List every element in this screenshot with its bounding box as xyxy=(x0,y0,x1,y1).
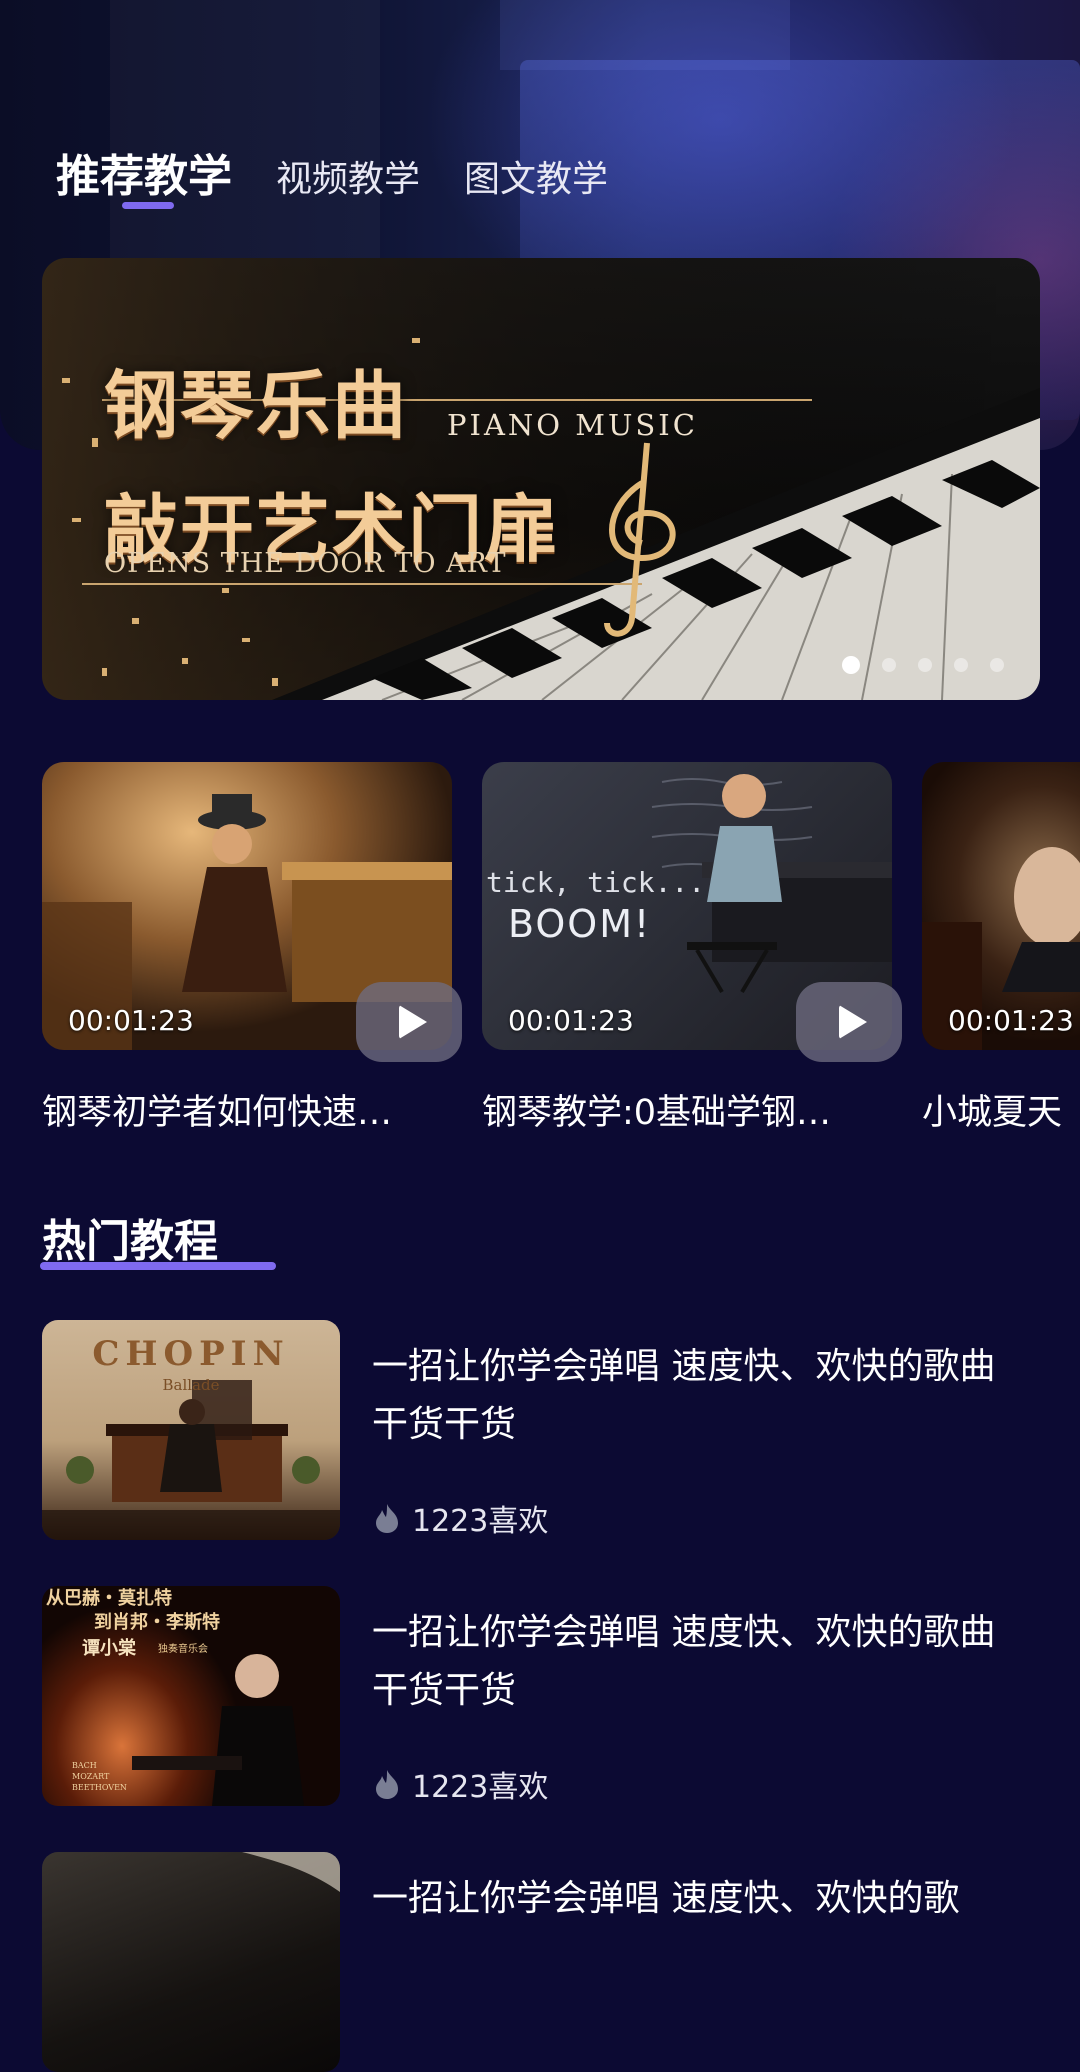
tutorial-item[interactable]: CHOPIN Ballade 一招让你学会弹唱 速度快、欢快的歌曲 干货干货 1… xyxy=(42,1320,1042,1540)
tutorial-thumbnail: CHOPIN Ballade xyxy=(42,1320,340,1540)
likes-info: 1223喜欢 xyxy=(372,1496,548,1540)
section-title: 热门教程 xyxy=(42,1216,218,1267)
tutorial-thumbnail: 从巴赫・莫扎特 到肖邦・李斯特 谭小棠 独奏音乐会 BACH MOZART BE… xyxy=(42,1586,340,1806)
tutorial-item[interactable]: 一招让你学会弹唱 速度快、欢快的歌 xyxy=(42,1852,1042,2072)
thumbnail-text: 到肖邦・李斯特 xyxy=(94,1612,220,1633)
category-tabs: 推荐教学 视频教学 图文教学 xyxy=(56,140,652,209)
carousel-dot[interactable] xyxy=(882,658,896,672)
video-title: 小城夏天 xyxy=(922,1093,1063,1133)
flame-icon xyxy=(376,1770,398,1799)
carousel-dot[interactable] xyxy=(990,658,1004,672)
play-icon xyxy=(839,1005,867,1039)
thumbnail-text: BOOM! xyxy=(508,902,652,946)
tutorial-item[interactable]: 从巴赫・莫扎特 到肖邦・李斯特 谭小棠 独奏音乐会 BACH MOZART BE… xyxy=(42,1586,1042,1806)
tab-video[interactable]: 视频教学 xyxy=(276,150,420,202)
video-title: 钢琴初学者如何快速… xyxy=(42,1093,393,1133)
thumbnail-text: Ballade xyxy=(162,1376,220,1394)
banner-title-line1: 钢琴乐曲 xyxy=(104,363,408,449)
carousel-dot-active[interactable] xyxy=(842,656,860,674)
thumbnail-text: BACH MOZART BEETHOVEN xyxy=(72,1761,127,1792)
tutorial-title: 一招让你学会弹唱 速度快、欢快的歌曲 干货干货 xyxy=(372,1346,996,1445)
video-duration: 00:01:23 xyxy=(948,1004,1074,1037)
play-button[interactable] xyxy=(356,982,462,1062)
tutorial-title: 一招让你学会弹唱 速度快、欢快的歌 xyxy=(372,1878,960,1919)
carousel-indicator xyxy=(820,656,1004,674)
flame-icon xyxy=(376,1504,398,1533)
video-duration: 00:01:23 xyxy=(68,1004,194,1037)
likes-count: 1223喜欢 xyxy=(412,1504,549,1539)
carousel-dot[interactable] xyxy=(954,658,968,672)
thumbnail-text: 谭小棠 xyxy=(82,1638,136,1659)
video-duration: 00:01:23 xyxy=(508,1004,634,1037)
play-button[interactable] xyxy=(796,982,902,1062)
carousel-dot[interactable] xyxy=(918,658,932,672)
banner-tagline: OPENS THE DOOR TO ART xyxy=(104,548,507,579)
likes-count: 1223喜欢 xyxy=(412,1770,549,1805)
tutorial-title: 一招让你学会弹唱 速度快、欢快的歌曲 干货干货 xyxy=(372,1612,996,1711)
banner-subtitle: PIANO MUSIC xyxy=(447,408,698,442)
thumbnail-text: tick, tick... xyxy=(486,866,706,899)
tutorial-thumbnail xyxy=(42,1852,340,2072)
likes-info: 1223喜欢 xyxy=(372,1762,548,1806)
tab-active-indicator xyxy=(122,202,174,209)
tab-recommended[interactable]: 推荐教学 xyxy=(56,140,232,204)
video-title: 钢琴教学:0基础学钢… xyxy=(482,1093,832,1133)
section-underline xyxy=(40,1262,276,1270)
video-carousel: 00:01:23 钢琴初学者如何快速… tick, tick... BOOM! … xyxy=(42,762,1080,1142)
tab-graphic[interactable]: 图文教学 xyxy=(464,150,608,202)
thumbnail-text: CHOPIN xyxy=(92,1334,290,1374)
thumbnail-text: 独奏音乐会 xyxy=(158,1644,208,1655)
thumbnail-text: 从巴赫・莫扎特 xyxy=(46,1588,172,1609)
play-icon xyxy=(399,1005,427,1039)
banner-carousel[interactable]: 钢琴乐曲 PIANO MUSIC 敲开艺术门扉 OPENS THE DOOR T… xyxy=(42,258,1040,700)
